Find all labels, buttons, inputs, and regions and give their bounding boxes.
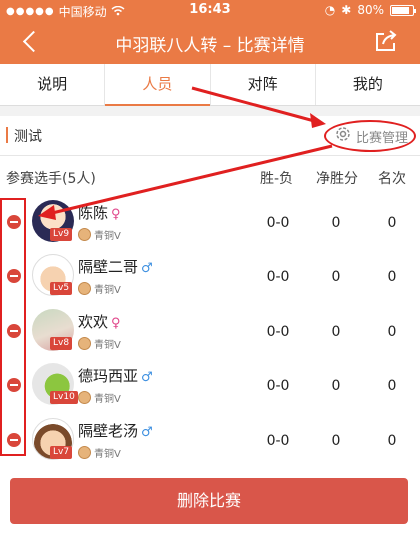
rank-value: 0	[387, 323, 397, 340]
player-name-group: 德玛西亚 ♂	[78, 365, 153, 386]
medal-icon	[78, 282, 91, 296]
rank-info: 青铜V	[78, 336, 121, 351]
level-badge: Lv9	[50, 228, 73, 241]
rank-title: 青铜V	[94, 339, 121, 351]
rank-value: 0	[387, 269, 397, 286]
table-row: Lv8 欢欢 ♀ 青铜V 0-0 0 0	[0, 305, 420, 359]
tab-bar: 说明 人员 对阵 我的	[0, 64, 420, 106]
medal-icon	[78, 336, 91, 350]
app-header: ●●●●● 中国移动 16:43 ◔ ✱ 80% 中羽联八人转 – 比赛详情	[0, 0, 420, 64]
win-loss: 0-0	[266, 269, 290, 286]
battery-percent: 80%	[357, 3, 384, 17]
section-accent-bar	[6, 127, 8, 143]
delete-match-button[interactable]: 删除比赛	[10, 478, 408, 524]
player-list: Lv9 陈陈 ♀ 青铜V 0-0 0 0 Lv5 隔壁二哥 ♂ 青铜V 0-0 0 …	[0, 196, 420, 468]
player-name: 隔壁老汤	[78, 421, 139, 440]
header-net-points: 净胜分	[316, 171, 358, 187]
match-name: 测试	[14, 129, 42, 145]
player-name-group: 隔壁老汤 ♂	[78, 420, 153, 441]
header-win-loss: 胜-负	[260, 171, 294, 187]
player-name-group: 陈陈 ♀	[78, 202, 121, 223]
rank-title: 青铜V	[94, 231, 121, 242]
rank-title: 青铜V	[94, 448, 121, 460]
rank-value: 0	[387, 215, 397, 231]
net-points: 0	[331, 432, 341, 449]
male-icon: ♂	[141, 424, 153, 440]
net-points: 0	[331, 269, 341, 286]
status-bar: ●●●●● 中国移动 16:43 ◔ ✱ 80%	[0, 0, 420, 20]
win-loss: 0-0	[266, 432, 290, 449]
player-name: 隔壁二哥	[78, 258, 139, 277]
tab-members[interactable]: 人员	[105, 64, 211, 106]
nav-bar: 中羽联八人转 – 比赛详情	[0, 20, 420, 64]
player-name-group: 隔壁二哥 ♂	[78, 256, 153, 277]
level-badge: Lv7	[50, 445, 73, 459]
medal-icon	[78, 445, 91, 459]
player-name: 德玛西亚	[78, 367, 139, 386]
net-points: 0	[331, 378, 341, 395]
rank-value: 0	[387, 432, 397, 449]
table-row: Lv5 隔壁二哥 ♂ 青铜V 0-0 0 0	[0, 250, 420, 304]
share-icon[interactable]	[374, 30, 398, 52]
tab-matchups[interactable]: 对阵	[211, 64, 316, 105]
rank-value: 0	[387, 378, 397, 395]
net-points: 0	[331, 323, 341, 340]
level-badge: Lv5	[50, 282, 73, 296]
rank-title: 青铜V	[94, 285, 121, 297]
female-icon: ♀	[111, 207, 121, 222]
page-title: 中羽联八人转 – 比赛详情	[115, 36, 305, 56]
table-row: Lv10 德玛西亚 ♂ 青铜V 0-0 0 0	[0, 359, 420, 413]
separator	[0, 106, 420, 116]
back-button[interactable]	[20, 30, 44, 54]
tab-description[interactable]: 说明	[0, 64, 106, 105]
table-header: 参赛选手(5人) 胜-负 净胜分 名次	[0, 156, 420, 196]
rank-info: 青铜V	[78, 445, 121, 460]
match-section-header: 测试 比赛管理	[0, 116, 420, 156]
annotation-box	[0, 198, 26, 456]
male-icon: ♂	[141, 261, 153, 277]
bluetooth-icon: ✱	[341, 3, 352, 17]
rank-info: 青铜V	[78, 281, 121, 296]
player-name: 欢欢	[78, 312, 109, 331]
tab-mine[interactable]: 我的	[316, 64, 420, 105]
alarm-icon: ◔	[324, 3, 336, 17]
table-row: Lv9 陈陈 ♀ 青铜V 0-0 0 0	[0, 196, 420, 250]
rank-info: 青铜V	[78, 390, 121, 405]
female-icon: ♀	[111, 315, 121, 331]
level-badge: Lv8	[50, 336, 73, 350]
table-row: Lv7 隔壁老汤 ♂ 青铜V 0-0 0 0	[0, 414, 420, 468]
rank-info: 青铜V	[78, 227, 121, 242]
annotation-circle	[324, 120, 416, 152]
win-loss: 0-0	[266, 215, 290, 231]
medal-icon	[78, 391, 91, 405]
battery-icon	[390, 4, 416, 16]
level-badge: Lv10	[50, 391, 78, 405]
win-loss: 0-0	[266, 378, 290, 395]
rank-title: 青铜V	[94, 394, 121, 406]
header-players: 参赛选手(5人)	[6, 171, 96, 187]
net-points: 0	[331, 215, 341, 231]
header-rank: 名次	[378, 171, 406, 187]
medal-icon	[78, 228, 91, 241]
player-name-group: 欢欢 ♀	[78, 311, 121, 332]
male-icon: ♂	[141, 370, 153, 386]
win-loss: 0-0	[266, 323, 290, 340]
player-name: 陈陈	[78, 204, 109, 222]
